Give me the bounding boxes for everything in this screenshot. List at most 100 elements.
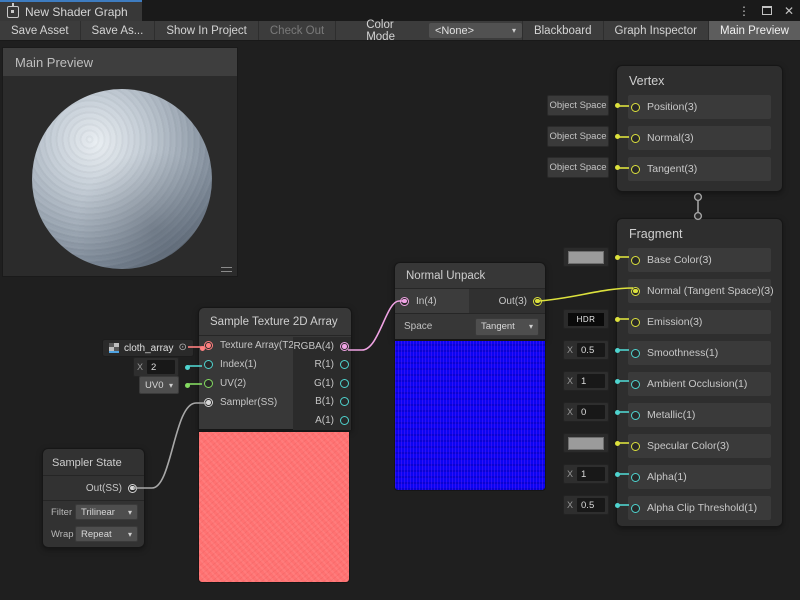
filter-option-row: Filter Trilinear ▾ [43, 501, 144, 523]
port-normal-input[interactable] [631, 134, 640, 143]
port-g-label: G(1) [314, 378, 334, 389]
cloth-array-property[interactable]: cloth_array ⊙ [102, 339, 194, 357]
port-ambient-occlusion-input[interactable] [631, 380, 640, 389]
tangent-space-dropdown[interactable]: Object Space [547, 157, 609, 178]
port-tangent-input[interactable] [631, 165, 640, 174]
smoothness-field[interactable]: 0.5 [577, 343, 605, 357]
tab-new-shader-graph[interactable]: New Shader Graph [0, 0, 142, 21]
emission-widget: HDR [563, 309, 620, 329]
port-index-label: Index(1) [220, 359, 257, 370]
port-position-input[interactable] [631, 103, 640, 112]
fragment-row-base-color: Base Color(3) [628, 248, 771, 272]
show-in-project-button[interactable]: Show In Project [155, 21, 259, 40]
output-row-out: Out(3) [469, 296, 545, 307]
normal-unpack-node[interactable]: Normal Unpack In(4) Out(3) Space Tangent… [394, 262, 546, 340]
space-dropdown[interactable]: Tangent ▾ [475, 318, 539, 336]
port-texture-array-label: Texture Array(T2A) [220, 340, 304, 351]
uv-channel-dropdown[interactable]: UV0 ▾ [139, 376, 179, 394]
port-out-ss-output[interactable] [128, 484, 137, 493]
port-dot [185, 383, 190, 388]
chevron-down-icon: ▾ [169, 381, 173, 390]
fragment-row-alpha: Alpha(1) [628, 465, 771, 489]
position-space-dropdown[interactable]: Object Space [547, 95, 609, 116]
chevron-down-icon: ▾ [512, 26, 516, 35]
port-out-output[interactable] [533, 297, 542, 306]
output-row-b: B(1) [293, 393, 351, 412]
chevron-down-icon: ▾ [529, 322, 533, 331]
ambient-occlusion-widget: X1 [563, 371, 620, 391]
port-alpha-clip-input[interactable] [631, 504, 640, 513]
x-label: X [567, 407, 573, 417]
vertex-node[interactable]: Vertex Position(3) Normal(3) Tangent(3) [616, 65, 783, 192]
normal-space-dropdown[interactable]: Object Space [547, 126, 609, 147]
port-b-output[interactable] [340, 397, 349, 406]
space-option-row: Space Tangent ▾ [395, 314, 545, 339]
main-preview-button[interactable]: Main Preview [708, 21, 800, 40]
color-mode-group: Color Mode <None> ▾ [366, 21, 522, 40]
alpha-clip-field[interactable]: 0.5 [577, 498, 605, 512]
port-base-color-input[interactable] [631, 256, 640, 265]
port-metallic-input[interactable] [631, 411, 640, 420]
port-dot [615, 472, 620, 477]
specular-color-swatch[interactable] [563, 433, 609, 453]
port-r-label: R(1) [315, 359, 334, 370]
alpha-field[interactable]: 1 [577, 467, 605, 481]
x-label: X [567, 345, 573, 355]
port-texture-array-input[interactable] [204, 341, 213, 350]
port-normal-ts-input[interactable] [631, 287, 640, 296]
port-tangent-label: Tangent(3) [647, 163, 697, 175]
port-emission-input[interactable] [631, 318, 640, 327]
port-smoothness-input[interactable] [631, 349, 640, 358]
port-dot [615, 379, 620, 384]
space-label: Space [404, 321, 432, 332]
preview-sphere[interactable] [32, 89, 212, 269]
save-as-button[interactable]: Save As... [81, 21, 156, 40]
port-index-input[interactable] [204, 360, 213, 369]
tangent-binding-widget: Object Space [547, 157, 620, 177]
emission-hdr-swatch[interactable]: HDR [563, 309, 609, 329]
base-color-swatch[interactable] [563, 247, 609, 267]
blackboard-button[interactable]: Blackboard [522, 21, 603, 40]
port-specular-color-input[interactable] [631, 442, 640, 451]
fragment-node[interactable]: Fragment Base Color(3) Normal (Tangent S… [616, 218, 783, 527]
position-binding-widget: Object Space [547, 95, 620, 115]
metallic-field[interactable]: 0 [577, 405, 605, 419]
close-icon[interactable]: ✕ [784, 5, 794, 17]
port-g-output[interactable] [340, 379, 349, 388]
sampler-state-node[interactable]: Sampler State Out(SS) Filter Trilinear ▾… [42, 448, 145, 548]
wrap-value: Repeat [81, 529, 112, 540]
save-asset-button[interactable]: Save Asset [0, 21, 81, 40]
color-mode-dropdown[interactable]: <None> ▾ [429, 23, 522, 38]
vertex-row-tangent: Tangent(3) [628, 157, 771, 181]
port-sampler-input[interactable] [204, 398, 213, 407]
x-label: X [567, 376, 573, 386]
menu-icon[interactable]: ⋮ [738, 5, 750, 17]
port-alpha-input[interactable] [631, 473, 640, 482]
ambient-occlusion-field[interactable]: 1 [577, 374, 605, 388]
port-sampler-label: Sampler(SS) [220, 397, 277, 408]
object-picker-icon[interactable]: ⊙ [178, 343, 186, 353]
main-preview-header[interactable]: Main Preview [3, 48, 237, 76]
hdr-badge: HDR [568, 313, 604, 326]
port-r-output[interactable] [340, 360, 349, 369]
filter-dropdown[interactable]: Trilinear ▾ [75, 504, 138, 520]
port-rgba-output[interactable] [340, 342, 349, 351]
port-a-output[interactable] [340, 416, 349, 425]
wrap-label: Wrap [51, 529, 74, 540]
wrap-dropdown[interactable]: Repeat ▾ [75, 526, 138, 542]
index-field[interactable]: 2 [147, 360, 175, 374]
port-normal-ts-label: Normal (Tangent Space)(3) [647, 285, 774, 297]
graph-inspector-button[interactable]: Graph Inspector [603, 21, 708, 40]
fragment-node-title: Fragment [617, 219, 782, 248]
sample-texture-2d-array-node[interactable]: Sample Texture 2D Array Texture Array(T2… [198, 307, 352, 430]
chevron-down-icon: ▾ [128, 530, 132, 539]
port-in-input[interactable] [400, 297, 409, 306]
maximize-icon[interactable] [762, 6, 772, 15]
resize-grip[interactable] [221, 267, 232, 272]
fragment-row-metallic: Metallic(1) [628, 403, 771, 427]
port-alpha-label: Alpha(1) [647, 471, 687, 483]
output-row-g: G(1) [293, 374, 351, 393]
filter-value: Trilinear [81, 507, 115, 518]
normal-binding-widget: Object Space [547, 126, 620, 146]
port-uv-input[interactable] [204, 379, 213, 388]
